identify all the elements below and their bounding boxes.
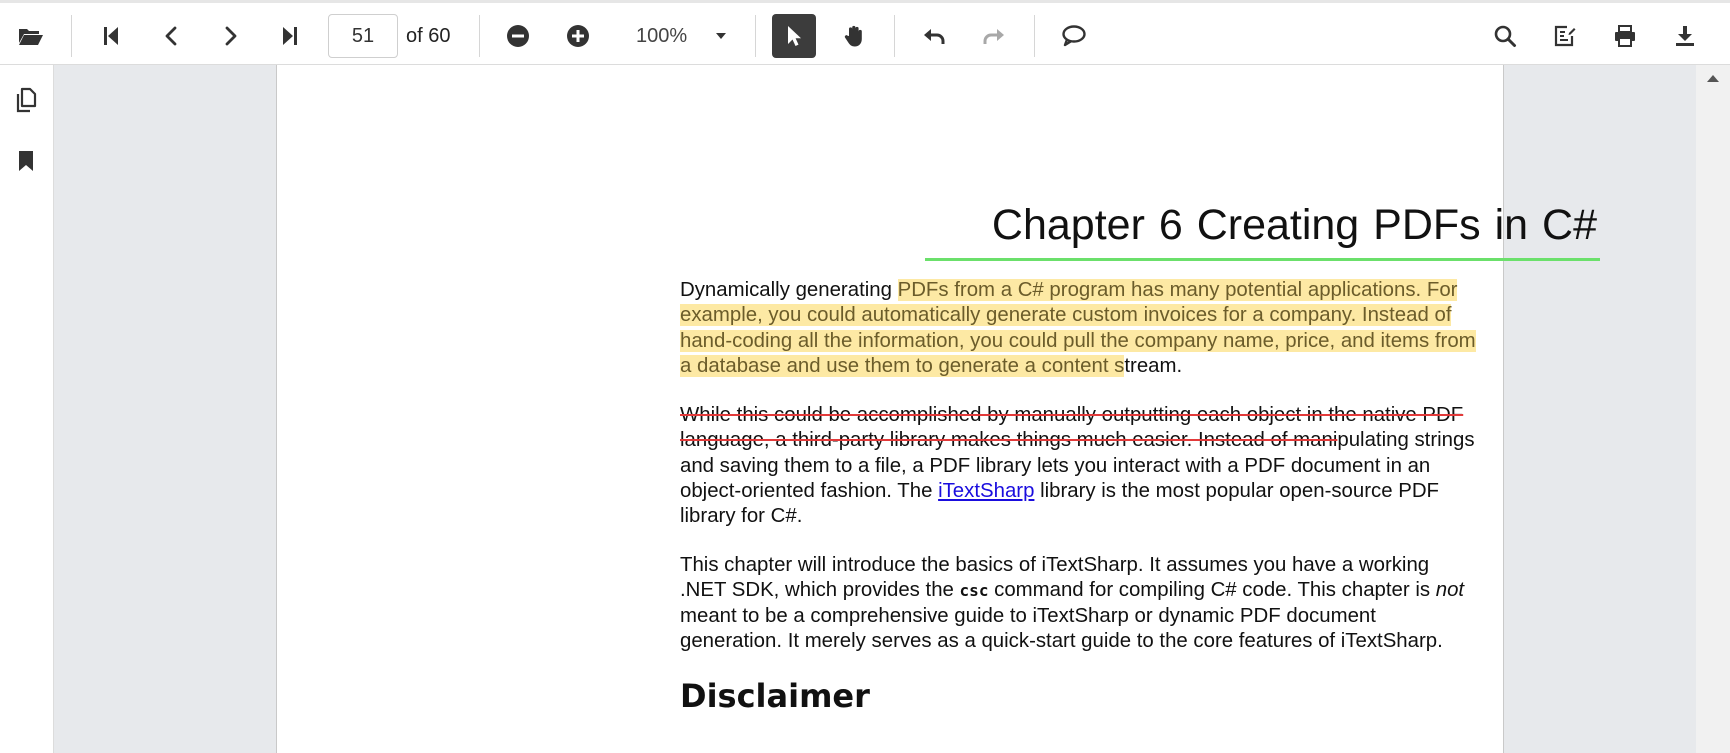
- chapter-title: Chapter 6 Creating PDFs in C#: [991, 201, 1597, 249]
- redo-button[interactable]: [972, 14, 1016, 58]
- paragraph-library: While this could be accomplished by manu…: [680, 403, 1560, 529]
- folder-open-icon: [19, 29, 43, 45]
- text-run: library for C#.: [680, 505, 803, 528]
- strikethrough-annotation[interactable]: While this could be accomplished by manu…: [680, 404, 1463, 426]
- annotate-button[interactable]: [1543, 14, 1587, 58]
- download-icon: [1676, 26, 1694, 46]
- emphasis-text: not: [1435, 579, 1465, 602]
- page-number-input[interactable]: [328, 14, 398, 58]
- print-button[interactable]: [1603, 14, 1647, 58]
- itextsharp-link[interactable]: iTextSharp: [938, 480, 1034, 502]
- text-run: This chapter will introduce the basics o…: [680, 554, 1430, 576]
- toolbar-separator: [479, 15, 480, 57]
- search-button[interactable]: [1483, 14, 1527, 58]
- text-run: Dynamically generating: [680, 279, 898, 301]
- bookmarks-button[interactable]: [7, 142, 45, 180]
- page-thumbnails-button[interactable]: [7, 81, 45, 119]
- first-page-icon: [104, 27, 118, 45]
- toolbar-separator: [1034, 15, 1035, 57]
- chevron-left-icon: [165, 26, 177, 46]
- pdf-page: Chapter 6 Creating PDFs in C# Dynamicall…: [276, 65, 1600, 753]
- caret-down-icon: [716, 33, 726, 39]
- page-total-label: of 60: [406, 25, 451, 47]
- last-page-icon: [283, 27, 297, 45]
- previous-page-button[interactable]: [149, 14, 193, 58]
- text-run: .NET SDK, which provides the: [680, 579, 960, 602]
- zoom-level-dropdown[interactable]: 100%: [622, 14, 732, 58]
- text-run: meant to be a comprehensive guide to iTe…: [680, 604, 1376, 627]
- code-csc: csc: [959, 581, 989, 601]
- left-sidebar: [0, 65, 54, 753]
- bookmark-icon: [19, 151, 33, 171]
- highlight-annotation[interactable]: example, you could automatically generat…: [680, 304, 1452, 327]
- highlight-annotation[interactable]: hand-coding all the information, you cou…: [680, 329, 1476, 352]
- undo-button[interactable]: [912, 14, 956, 58]
- selection-tool-button[interactable]: [772, 14, 816, 58]
- text-run: and saving them to a file, a PDF library…: [680, 454, 1431, 477]
- text-run: pulating strings: [1337, 429, 1475, 452]
- underline-annotation[interactable]: [925, 258, 1600, 261]
- triangle-up-icon[interactable]: [1704, 71, 1722, 85]
- printer-icon: [1615, 25, 1635, 47]
- text-run: object-oriented fashion. The: [680, 479, 939, 502]
- pan-tool-button[interactable]: [832, 14, 876, 58]
- comment-icon: [1062, 25, 1086, 47]
- text-run: tream.: [1124, 354, 1183, 377]
- edit-annotation-icon: [1554, 25, 1576, 47]
- comment-button[interactable]: [1052, 14, 1096, 58]
- copy-pages-icon: [16, 87, 37, 113]
- section-heading-disclaimer: Disclaimer: [680, 677, 870, 715]
- zoom-level-value: 100%: [636, 25, 688, 47]
- next-page-button[interactable]: [209, 14, 253, 58]
- download-button[interactable]: [1663, 14, 1707, 58]
- zoom-out-button[interactable]: [496, 14, 540, 58]
- vertical-scrollbar[interactable]: [1696, 65, 1730, 753]
- text-run: command for compiling C# code. This chap…: [988, 579, 1436, 602]
- undo-icon: [924, 29, 945, 44]
- highlight-annotation[interactable]: PDFs from a C# program has many potentia…: [897, 279, 1458, 301]
- toolbar-separator: [755, 15, 756, 57]
- paragraph-overview: This chapter will introduce the basics o…: [680, 553, 1560, 654]
- cursor-arrow-icon: [788, 26, 801, 46]
- text-run: library is the most popular open-source …: [1034, 479, 1440, 502]
- strikethrough-annotation[interactable]: language, a third-party library makes th…: [680, 429, 1337, 451]
- toolbar-separator: [71, 15, 72, 57]
- first-page-button[interactable]: [89, 14, 133, 58]
- zoom-in-button[interactable]: [556, 14, 600, 58]
- redo-icon: [983, 29, 1004, 44]
- search-icon: [1494, 25, 1516, 47]
- chevron-right-icon: [225, 26, 237, 46]
- open-file-button[interactable]: [9, 14, 53, 58]
- text-run: generation. It merely serves as a quick-…: [680, 629, 1443, 652]
- toolbar-separator: [894, 15, 895, 57]
- toolbar: of 60 100%: [0, 3, 1730, 65]
- document-viewer: Chapter 6 Creating PDFs in C# Dynamicall…: [54, 65, 1696, 753]
- zoom-in-icon: [567, 25, 589, 47]
- zoom-out-icon: [507, 25, 529, 47]
- highlight-annotation[interactable]: a database and use them to generate a co…: [680, 354, 1125, 377]
- hand-icon: [844, 25, 862, 47]
- last-page-button[interactable]: [268, 14, 312, 58]
- paragraph-intro: Dynamically generating PDFs from a C# pr…: [680, 278, 1560, 379]
